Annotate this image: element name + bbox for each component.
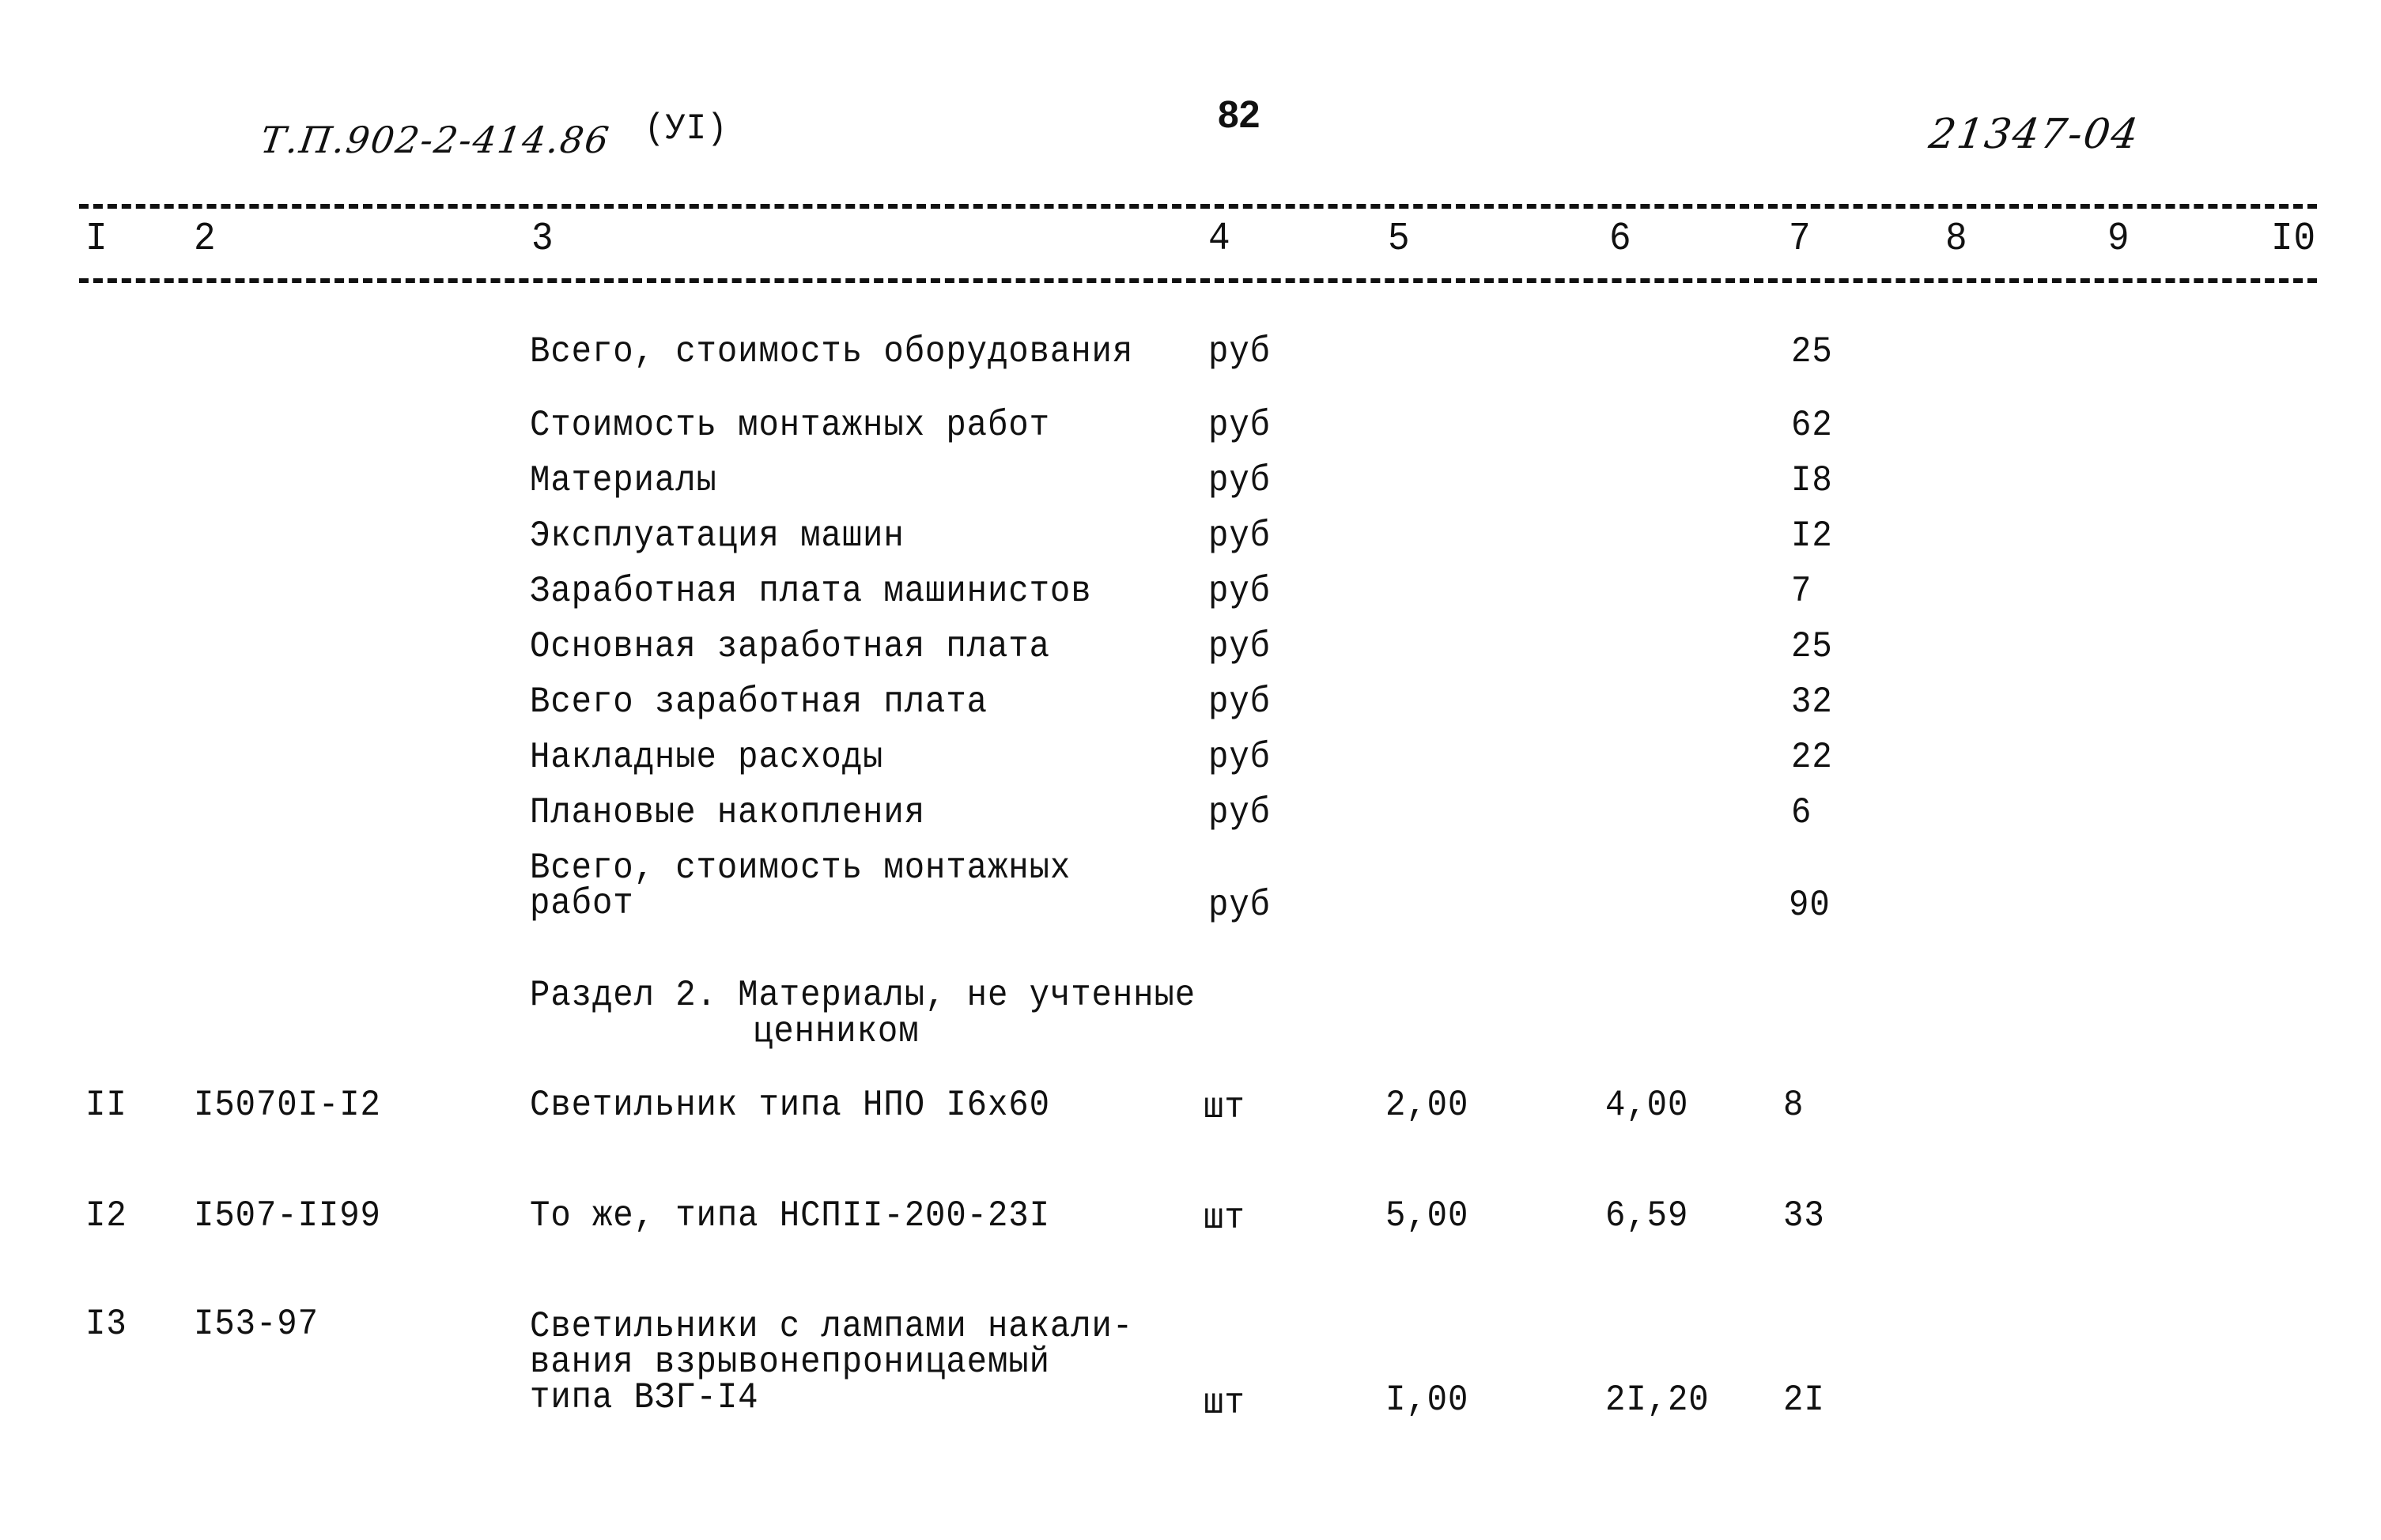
row-unit: руб (1208, 885, 1271, 926)
page-number: 82 (1218, 94, 1260, 136)
row-name: Накладные расходы (530, 737, 884, 778)
item-code: I5070I-I2 (194, 1085, 381, 1126)
row-total: 7 (1791, 571, 1812, 612)
row-total: 25 (1791, 626, 1833, 667)
item-name-line1: Светильники с лампами накали- (530, 1306, 1134, 1347)
item-name: Светильник типа НПО I6х60 (530, 1085, 1050, 1126)
row-name: Материалы (530, 460, 717, 501)
item-unit: шт (1204, 1198, 1245, 1239)
column-header: 5 (1388, 217, 1411, 262)
row-unit: руб (1208, 571, 1271, 612)
column-header: 6 (1609, 217, 1632, 262)
row-total: 32 (1791, 681, 1833, 723)
item-name-line3: типа ВЗГ-I4 (530, 1377, 759, 1418)
row-unit: руб (1208, 737, 1271, 778)
row-total: I8 (1791, 460, 1833, 501)
row-total: 62 (1791, 405, 1833, 446)
row-name: Основная заработная плата (530, 626, 1050, 667)
item-total: 8 (1783, 1085, 1805, 1126)
row-unit: руб (1208, 515, 1271, 557)
item-number: I3 (85, 1304, 127, 1345)
item-code: I53-97 (194, 1304, 319, 1345)
column-header: 7 (1789, 217, 1812, 262)
row-name: Эксплуатация машин (530, 515, 905, 557)
item-total: 2I (1783, 1380, 1825, 1421)
item-name: То же, типа НСПII-200-23I (530, 1195, 1050, 1236)
section-heading-line2: ценником (753, 1011, 920, 1052)
row-name: Плановые накопления (530, 792, 926, 833)
document-code: Т.П.902-2-414.86 (258, 119, 613, 161)
row-unit: руб (1208, 331, 1271, 372)
row-total: 25 (1791, 331, 1833, 372)
row-unit: руб (1208, 792, 1271, 833)
inventory-number: 21347-04 (1926, 111, 2143, 158)
row-total: 6 (1791, 792, 1812, 833)
column-header: 9 (2107, 217, 2130, 262)
column-header: I0 (2271, 217, 2317, 262)
header-top-rule (79, 204, 2317, 209)
item-quantity: 5,00 (1385, 1195, 1469, 1236)
item-unit: шт (1204, 1087, 1245, 1128)
item-number: II (85, 1085, 127, 1126)
volume-label: (УI) (644, 108, 728, 149)
row-name: Заработная плата машинистов (530, 571, 1092, 612)
item-quantity: I,00 (1385, 1380, 1469, 1421)
item-code: I507-II99 (194, 1195, 381, 1236)
row-name-line2: работ (530, 883, 634, 924)
item-price: 4,00 (1605, 1085, 1689, 1126)
row-name: Всего заработная плата (530, 681, 988, 723)
column-header: 3 (531, 217, 554, 262)
item-quantity: 2,00 (1385, 1085, 1469, 1126)
item-price: 6,59 (1605, 1195, 1689, 1236)
row-name: Всего, стоимость оборудования (530, 331, 1134, 372)
row-total: 22 (1791, 737, 1833, 778)
row-unit: руб (1208, 405, 1271, 446)
item-total: 33 (1783, 1195, 1825, 1236)
section-heading-line1: Раздел 2. Материалы, не учтенные (530, 975, 1196, 1016)
row-unit: руб (1208, 626, 1271, 667)
item-number: I2 (85, 1195, 127, 1236)
item-price: 2I,20 (1605, 1380, 1710, 1421)
row-unit: руб (1208, 460, 1271, 501)
item-unit: шт (1204, 1383, 1245, 1424)
row-name: Стоимость монтажных работ (530, 405, 1050, 446)
row-total: I2 (1791, 515, 1833, 557)
row-name-line1: Всего, стоимость монтажных (530, 847, 1071, 889)
column-header: I (85, 217, 108, 262)
row-unit: руб (1208, 681, 1271, 723)
row-total: 90 (1789, 885, 1831, 926)
header-bottom-rule (79, 278, 2317, 283)
item-name-line2: вания взрывонепроницаемый (530, 1342, 1050, 1383)
column-header: 4 (1208, 217, 1231, 262)
column-header: 2 (194, 217, 217, 262)
column-header: 8 (1945, 217, 1968, 262)
